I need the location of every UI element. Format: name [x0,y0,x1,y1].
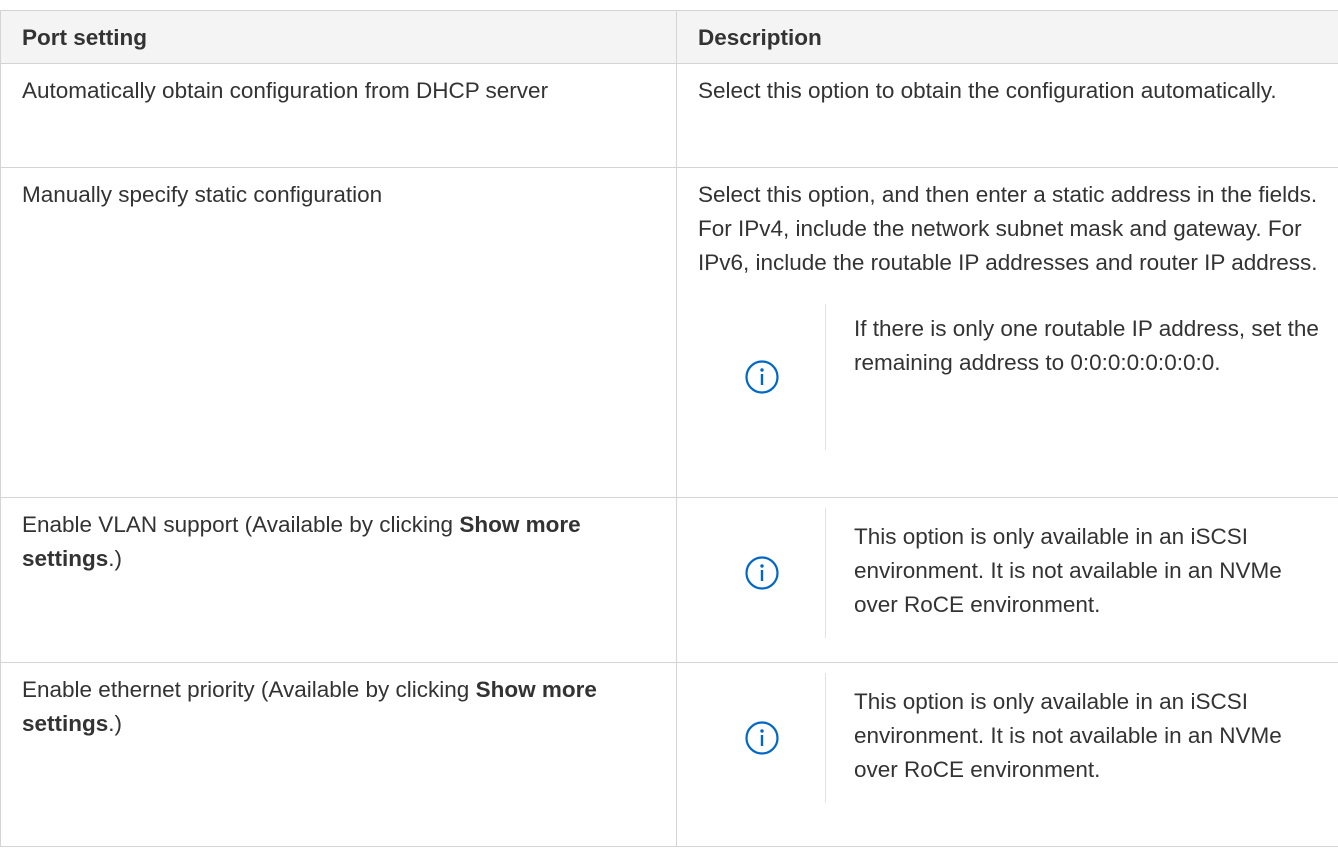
info-icon [744,556,779,590]
port-setting-text: Manually specify static configuration [22,182,383,207]
note-text: This option is only available in an iSCS… [854,689,1282,782]
port-setting-cell: Enable VLAN support (Available by clicki… [0,497,677,663]
table-row: Enable VLAN support (Available by clicki… [0,497,1338,663]
table-row: Automatically obtain configuration from … [0,63,1338,168]
port-setting-cell: Automatically obtain configuration from … [0,63,677,168]
column-header-description: Description [676,10,1338,64]
port-setting-suffix: .) [108,711,123,736]
port-setting-suffix: .) [108,546,123,571]
port-setting-cell: Manually specify static configuration [0,167,677,498]
info-icon [744,721,779,755]
description-text: Select this option to obtain the configu… [698,78,1277,103]
note-text: If there is only one routable IP address… [854,316,1319,375]
description-cell: Select this option, and then enter a sta… [676,167,1338,498]
port-setting-text: Enable ethernet priority (Available by c… [22,677,476,702]
description-cell: Select this option to obtain the configu… [676,63,1338,168]
description-text: Select this option, and then enter a sta… [698,182,1318,275]
info-note: This option is only available in an iSCS… [698,508,1322,638]
description-cell: This option is only available in an iSCS… [676,497,1338,663]
info-note: This option is only available in an iSCS… [698,673,1322,803]
table-header-row: Port setting Description [0,10,1338,64]
port-setting-text: Enable VLAN support (Available by clicki… [22,512,460,537]
description-cell: This option is only available in an iSCS… [676,662,1338,847]
table-row: Manually specify static configuration Se… [0,167,1338,498]
info-note: If there is only one routable IP address… [698,304,1322,450]
port-settings-table: Port setting Description Automatically o… [0,10,1338,847]
note-text: This option is only available in an iSCS… [854,524,1282,617]
info-icon [744,360,779,394]
port-setting-cell: Enable ethernet priority (Available by c… [0,662,677,847]
column-header-port-setting: Port setting [0,10,677,64]
table-row: Enable ethernet priority (Available by c… [0,662,1338,847]
port-setting-text: Automatically obtain configuration from … [22,78,549,103]
